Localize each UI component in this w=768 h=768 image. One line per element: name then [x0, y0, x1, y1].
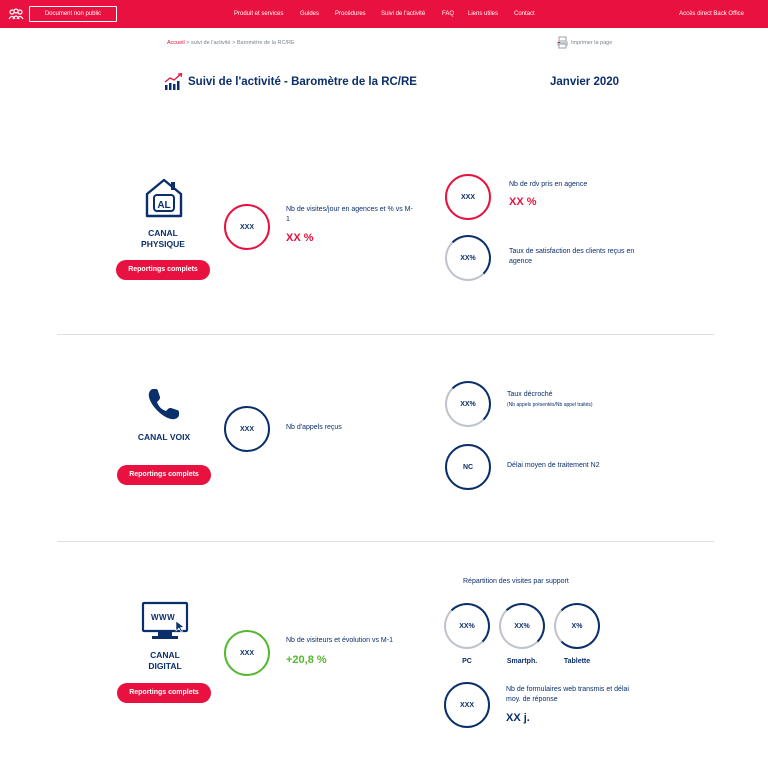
support-pc-label: PC: [462, 658, 472, 665]
reportings-complets-digital-button[interactable]: Reportings complets: [117, 683, 211, 703]
breadcrumb-path: > suivi de l'activité > Baromètre de la …: [184, 40, 295, 46]
canal-physique-line2: PHYSIQUE: [141, 239, 185, 249]
support-tablette-ring: X%: [554, 603, 600, 649]
section-divider: [57, 541, 714, 542]
rdv-kpi-value: XX %: [509, 196, 537, 208]
rdv-kpi-ring: XXX: [445, 174, 491, 220]
reportings-complets-voix-button[interactable]: Reportings complets: [117, 465, 211, 485]
breadcrumb-home-link[interactable]: Accueil: [167, 40, 185, 46]
visitors-kpi-ring: XXX: [224, 630, 270, 676]
forms-kpi-ring: XXX: [444, 682, 490, 728]
phone-icon: [148, 389, 179, 420]
canal-physique-label: CANAL PHYSIQUE: [113, 228, 213, 250]
decroche-kpi-sublabel: (Nb appels présentés/Nb appel traités): [507, 402, 593, 408]
forms-kpi-value: XX j.: [506, 712, 530, 724]
visits-kpi-label: Nb de visites/jour en agences et % vs M-…: [286, 206, 413, 223]
visits-kpi-ring: XXX: [224, 204, 270, 250]
canal-digital-label: CANAL DIGITAL: [115, 650, 215, 672]
support-smartphone-ring: XX%: [499, 603, 545, 649]
satisfaction-kpi-ring: XX%: [445, 235, 491, 281]
delai-kpi-label: Délai moyen de traitement N2: [507, 462, 600, 469]
svg-text:AL: AL: [157, 200, 170, 211]
www-text: WWW: [151, 613, 176, 622]
period-label: Janvier 2020: [550, 76, 620, 88]
canal-digital-line1: CANAL: [150, 650, 180, 660]
nav-guides[interactable]: Guides: [300, 11, 319, 17]
logo-people-icon[interactable]: [8, 8, 24, 20]
rdv-kpi-label: Nb de rdv pris en agence: [509, 181, 588, 188]
nav-contact[interactable]: Contact: [514, 11, 535, 17]
visitors-kpi-label: Nb de visiteurs et évolution vs M-1: [286, 637, 393, 644]
print-page-link[interactable]: Imprimer la page: [571, 40, 612, 46]
calls-kpi-ring: XXX: [224, 406, 270, 452]
reportings-complets-physique-button[interactable]: Reportings complets: [116, 260, 210, 280]
satisfaction-kpi-label: Taux de satisfaction des clients reçus e…: [509, 248, 635, 265]
chart-trend-icon: [164, 73, 183, 90]
document-non-public-badge[interactable]: Document non public: [29, 6, 117, 22]
agency-house-icon: AL: [145, 178, 183, 218]
nav-suivi-activite[interactable]: Suivi de l'activité: [381, 11, 425, 17]
support-pc-ring: XX%: [444, 603, 490, 649]
calls-kpi-label: Nb d'appels reçus: [286, 424, 342, 431]
canal-digital-line2: DIGITAL: [148, 661, 182, 671]
back-office-link[interactable]: Accès direct Back Office: [679, 11, 744, 17]
support-tablette-label: Tablette: [563, 658, 591, 665]
breadcrumb: Accueil > suivi de l'activité > Baromètr…: [167, 40, 295, 46]
decroche-kpi-ring: XX%: [445, 381, 491, 427]
decroche-kpi-label: Taux décroché: [507, 391, 553, 398]
top-bar: Document non public Produit et services …: [0, 0, 768, 28]
delai-kpi-ring: NC: [445, 444, 491, 490]
forms-kpi-label: Nb de formulaires web transmis et délai …: [506, 686, 629, 703]
nav-produit-et-services[interactable]: Produit et services: [234, 11, 283, 17]
nav-faq[interactable]: FAQ: [442, 11, 454, 17]
printer-icon[interactable]: [556, 36, 569, 49]
support-smartphone-label: Smartph.: [506, 658, 538, 665]
nav-liens-utiles[interactable]: Liens utiles: [468, 11, 498, 17]
canal-physique-line1: CANAL: [148, 228, 178, 238]
section-divider: [57, 334, 714, 335]
visits-kpi-value: XX %: [286, 232, 314, 244]
canal-voix-label: CANAL VOIX: [137, 432, 191, 442]
support-section-title: Répartition des visites par support: [463, 578, 569, 585]
visitors-kpi-value: +20,8 %: [286, 654, 327, 666]
nav-procedures[interactable]: Procédures: [335, 11, 366, 17]
page-title: Suivi de l'activité - Baromètre de la RC…: [188, 76, 417, 88]
